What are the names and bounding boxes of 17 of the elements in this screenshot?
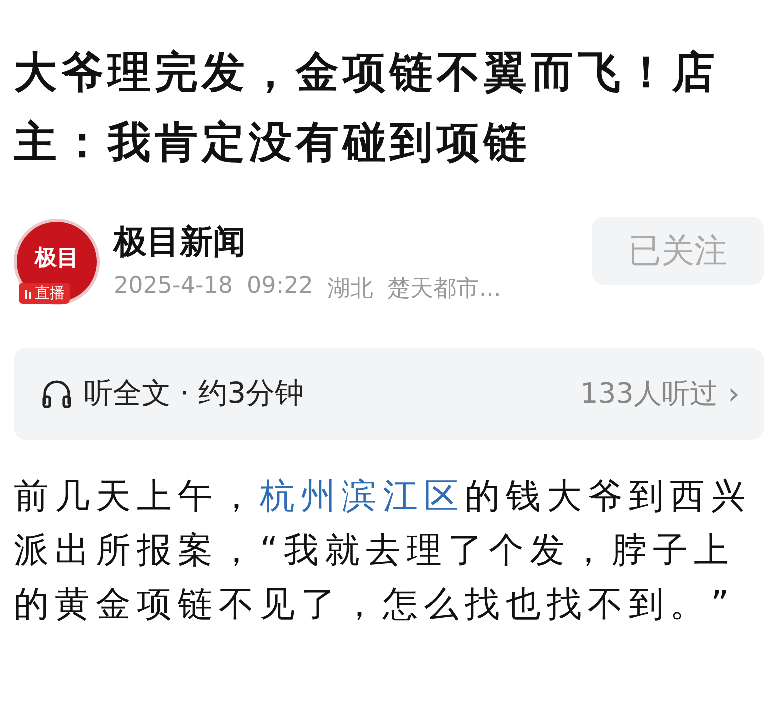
publisher: 楚天都市...	[387, 275, 502, 304]
live-badge: 直播	[19, 283, 70, 304]
location-link[interactable]: 杭州滨江区	[260, 477, 465, 517]
publish-time: 09:22	[247, 273, 314, 301]
chevron-icon: ›	[728, 376, 740, 412]
listen-label: 听全文 · 约3分钟	[84, 375, 306, 412]
article-paragraph: 前几天上午，杭州滨江区 的钱大爷到西兴派出所报案，“我就去理了个发，脖子上的黄金项链不见了，怎么找也找不到。”	[14, 476, 753, 627]
listener-count: 133人听过	[580, 376, 718, 412]
bars-icon	[24, 288, 33, 300]
source-name[interactable]: 极目新闻	[114, 220, 592, 265]
listen-bar[interactable]: 听全文 · 约3分钟 133人听过 ›	[14, 348, 764, 440]
headphones-icon	[42, 378, 72, 410]
article-headline: 大爷理完发，金项链不翼而飞！店主：我肯定没有碰到项链	[14, 47, 720, 170]
region: 湖北	[327, 275, 374, 304]
logo-text: 极目	[35, 245, 79, 273]
publish-date: 2025-4-18	[114, 273, 234, 301]
source-logo[interactable]: 极目 直播	[14, 219, 100, 305]
